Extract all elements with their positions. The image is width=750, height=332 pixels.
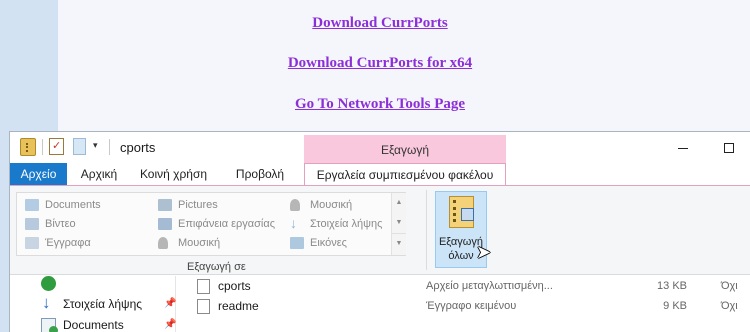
video-icon bbox=[25, 218, 39, 230]
quick-access-separator bbox=[42, 139, 43, 155]
download-currports-link[interactable]: Download CurrPorts bbox=[0, 15, 750, 32]
extract-to-group-label: Εξαγωγή σε bbox=[187, 261, 246, 273]
tab-share[interactable]: Κοινή χρήση bbox=[131, 163, 216, 186]
gallery-more-icon[interactable]: ▼ bbox=[392, 233, 406, 253]
navigation-pane: Στοιχεία λήψης 📌 Documents 📌 bbox=[10, 276, 176, 332]
mouse-cursor-icon: ➤ bbox=[476, 242, 492, 262]
minimize-button[interactable] bbox=[660, 132, 706, 162]
extract-all-label-line2: όλων bbox=[448, 250, 474, 262]
file-row-readme[interactable]: readme Έγγραφο κειμένου 9 KB Όχι bbox=[177, 296, 750, 316]
tab-view[interactable]: Προβολή bbox=[216, 163, 304, 186]
music-icon bbox=[158, 237, 168, 249]
pin-icon[interactable]: 📌 bbox=[164, 315, 176, 332]
tab-home[interactable]: Αρχική bbox=[67, 163, 131, 186]
contextual-tab-header: Εξαγωγή bbox=[304, 135, 506, 163]
new-folder-icon[interactable] bbox=[73, 138, 86, 155]
extract-to-gallery: Documents Pictures Μουσική Βίντεο Επιφάν… bbox=[16, 192, 406, 256]
help-file-icon bbox=[197, 279, 210, 294]
file-list: cports Αρχείο μεταγλωττισμένη... 13 KB Ό… bbox=[177, 276, 750, 332]
gallery-scrollbar[interactable]: ▲ ▼ ▼ bbox=[391, 193, 406, 255]
network-tools-link[interactable]: Go To Network Tools Page bbox=[0, 96, 750, 113]
documents-icon bbox=[41, 318, 58, 332]
tab-compressed-folder-tools[interactable]: Εργαλεία συμπιεσμένου φακέλου bbox=[304, 163, 506, 187]
group-separator bbox=[426, 190, 427, 270]
pictures-icon bbox=[158, 199, 172, 211]
properties-icon[interactable] bbox=[49, 138, 64, 155]
scroll-up-icon[interactable]: ▲ bbox=[392, 193, 406, 213]
zip-folder-icon bbox=[20, 138, 36, 156]
ribbon: Documents Pictures Μουσική Βίντεο Επιφάν… bbox=[10, 186, 750, 275]
desktop-icon bbox=[158, 218, 172, 230]
maximize-icon bbox=[724, 143, 734, 154]
file-row-cports[interactable]: cports Αρχείο μεταγλωττισμένη... 13 KB Ό… bbox=[177, 276, 750, 296]
pictures-icon bbox=[290, 237, 304, 249]
text-file-icon bbox=[197, 299, 210, 314]
documents-icon bbox=[25, 199, 39, 211]
download-currports-x64-link[interactable]: Download CurrPorts for x64 bbox=[0, 55, 750, 72]
ribbon-tabs: Αρχείο Αρχική Κοινή χρήση Προβολή Εργαλε… bbox=[10, 163, 750, 187]
title-separator bbox=[109, 139, 110, 155]
tab-file[interactable]: Αρχείο bbox=[10, 163, 67, 186]
quick-access-icon bbox=[41, 276, 56, 291]
extract-all-icon bbox=[449, 196, 474, 228]
title-bar: ▾ cports Εξαγωγή bbox=[10, 132, 750, 163]
maximize-button[interactable] bbox=[706, 132, 750, 162]
documents-icon bbox=[25, 237, 39, 249]
downloads-icon bbox=[41, 293, 56, 313]
file-explorer-window: ▾ cports Εξαγωγή Αρχείο Αρχική Κοινή χρή… bbox=[9, 131, 750, 332]
window-title: cports bbox=[120, 140, 156, 155]
pin-icon[interactable]: 📌 bbox=[164, 294, 176, 314]
customize-toolbar-chevron-icon[interactable]: ▾ bbox=[93, 140, 98, 158]
downloads-icon bbox=[290, 214, 304, 232]
music-icon bbox=[290, 199, 300, 211]
minimize-icon bbox=[678, 147, 688, 149]
scroll-down-icon[interactable]: ▼ bbox=[392, 213, 406, 233]
